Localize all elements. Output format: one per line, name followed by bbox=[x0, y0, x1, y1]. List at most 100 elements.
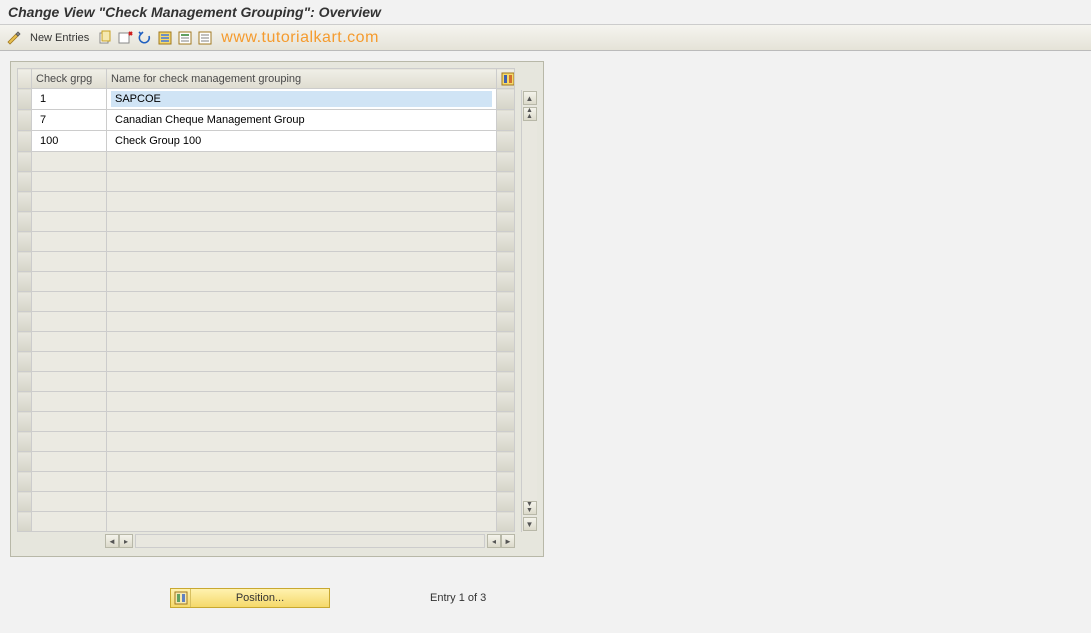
position-icon bbox=[171, 589, 191, 607]
grpg-input[interactable] bbox=[36, 112, 102, 128]
cell-empty[interactable] bbox=[107, 272, 497, 292]
scroll-up-icon[interactable]: ▲ bbox=[523, 91, 537, 105]
deselect-all-icon[interactable] bbox=[197, 30, 213, 46]
cell-empty[interactable] bbox=[32, 332, 107, 352]
cell-empty[interactable] bbox=[32, 392, 107, 412]
row-selector[interactable] bbox=[18, 89, 32, 110]
scroll-right-end-icon[interactable]: ► bbox=[501, 534, 515, 548]
cell-grpg[interactable] bbox=[32, 110, 107, 131]
cell-empty[interactable] bbox=[107, 492, 497, 512]
select-all-icon[interactable] bbox=[157, 30, 173, 46]
copy-as-icon[interactable] bbox=[97, 30, 113, 46]
cell-empty[interactable] bbox=[107, 312, 497, 332]
row-selector[interactable] bbox=[18, 512, 32, 532]
cell-empty[interactable] bbox=[107, 332, 497, 352]
cell-name[interactable] bbox=[107, 89, 497, 110]
cell-empty[interactable] bbox=[32, 212, 107, 232]
cell-empty[interactable] bbox=[32, 172, 107, 192]
cell-empty[interactable] bbox=[107, 252, 497, 272]
name-input[interactable] bbox=[111, 91, 492, 107]
toggle-display-change-icon[interactable] bbox=[6, 30, 22, 46]
scroll-right-icon[interactable]: ◂ bbox=[487, 534, 501, 548]
row-selector[interactable] bbox=[18, 292, 32, 312]
name-input[interactable] bbox=[111, 133, 492, 149]
cell-empty[interactable] bbox=[32, 312, 107, 332]
grpg-input[interactable] bbox=[36, 91, 102, 107]
cell-empty[interactable] bbox=[107, 372, 497, 392]
new-entries-button[interactable]: New Entries bbox=[26, 32, 93, 44]
cell-empty[interactable] bbox=[32, 232, 107, 252]
hscroll-track[interactable] bbox=[135, 534, 485, 548]
cell-empty[interactable] bbox=[32, 452, 107, 472]
cell-empty[interactable] bbox=[32, 472, 107, 492]
cell-empty[interactable] bbox=[107, 232, 497, 252]
cell-empty[interactable] bbox=[107, 432, 497, 452]
grpg-input[interactable] bbox=[36, 133, 102, 149]
cell-grpg[interactable] bbox=[32, 131, 107, 152]
column-header-name[interactable]: Name for check management grouping bbox=[107, 69, 497, 89]
table-settings-button[interactable] bbox=[497, 69, 515, 89]
table-row-empty bbox=[18, 472, 515, 492]
cell-empty[interactable] bbox=[32, 492, 107, 512]
row-selector[interactable] bbox=[18, 131, 32, 152]
row-selector[interactable] bbox=[18, 372, 32, 392]
column-header-grpg[interactable]: Check grpg bbox=[32, 69, 107, 89]
row-selector[interactable] bbox=[18, 110, 32, 131]
cell-empty[interactable] bbox=[107, 152, 497, 172]
cell-empty[interactable] bbox=[107, 392, 497, 412]
cell-empty[interactable] bbox=[107, 212, 497, 232]
row-selector[interactable] bbox=[18, 432, 32, 452]
cell-empty[interactable] bbox=[107, 472, 497, 492]
cell-empty[interactable] bbox=[107, 192, 497, 212]
row-selector[interactable] bbox=[18, 232, 32, 252]
row-selector[interactable] bbox=[18, 212, 32, 232]
row-selector[interactable] bbox=[18, 152, 32, 172]
cell-name[interactable] bbox=[107, 131, 497, 152]
cell-empty[interactable] bbox=[32, 512, 107, 532]
row-selector[interactable] bbox=[18, 352, 32, 372]
cell-grpg[interactable] bbox=[32, 89, 107, 110]
row-selector[interactable] bbox=[18, 172, 32, 192]
cell-empty[interactable] bbox=[107, 172, 497, 192]
cell-empty[interactable] bbox=[32, 252, 107, 272]
scroll-page-down-icon[interactable]: ▼▼ bbox=[523, 501, 537, 515]
row-selector[interactable] bbox=[18, 492, 32, 512]
cell-empty[interactable] bbox=[32, 272, 107, 292]
undo-change-icon[interactable] bbox=[137, 30, 153, 46]
cell-empty[interactable] bbox=[32, 292, 107, 312]
select-all-column-header[interactable] bbox=[18, 69, 32, 89]
scroll-down-icon[interactable]: ▼ bbox=[523, 517, 537, 531]
cell-empty[interactable] bbox=[107, 512, 497, 532]
cell-name[interactable] bbox=[107, 110, 497, 131]
row-right-pad bbox=[497, 512, 515, 532]
row-selector[interactable] bbox=[18, 452, 32, 472]
cell-empty[interactable] bbox=[107, 352, 497, 372]
scroll-page-up-icon[interactable]: ▲▲ bbox=[523, 107, 537, 121]
cell-empty[interactable] bbox=[32, 152, 107, 172]
cell-empty[interactable] bbox=[32, 432, 107, 452]
row-selector[interactable] bbox=[18, 272, 32, 292]
cell-empty[interactable] bbox=[32, 372, 107, 392]
cell-empty[interactable] bbox=[32, 352, 107, 372]
row-selector[interactable] bbox=[18, 392, 32, 412]
position-label: Position... bbox=[191, 592, 329, 604]
cell-empty[interactable] bbox=[107, 292, 497, 312]
name-input[interactable] bbox=[111, 112, 492, 128]
cell-empty[interactable] bbox=[32, 192, 107, 212]
row-selector[interactable] bbox=[18, 252, 32, 272]
row-selector[interactable] bbox=[18, 192, 32, 212]
row-selector[interactable] bbox=[18, 312, 32, 332]
vertical-scrollbar[interactable]: ▲ ▲▲ ▼▼ ▼ bbox=[521, 90, 537, 532]
row-selector[interactable] bbox=[18, 332, 32, 352]
delete-icon[interactable] bbox=[117, 30, 133, 46]
cell-empty[interactable] bbox=[32, 412, 107, 432]
select-block-icon[interactable] bbox=[177, 30, 193, 46]
cell-empty[interactable] bbox=[107, 412, 497, 432]
position-button[interactable]: Position... bbox=[170, 588, 330, 608]
row-selector[interactable] bbox=[18, 472, 32, 492]
row-selector[interactable] bbox=[18, 412, 32, 432]
scroll-thumb[interactable] bbox=[524, 122, 536, 500]
cell-empty[interactable] bbox=[107, 452, 497, 472]
scroll-left-end-icon[interactable]: ◄ bbox=[105, 534, 119, 548]
scroll-left-icon[interactable]: ▸ bbox=[119, 534, 133, 548]
